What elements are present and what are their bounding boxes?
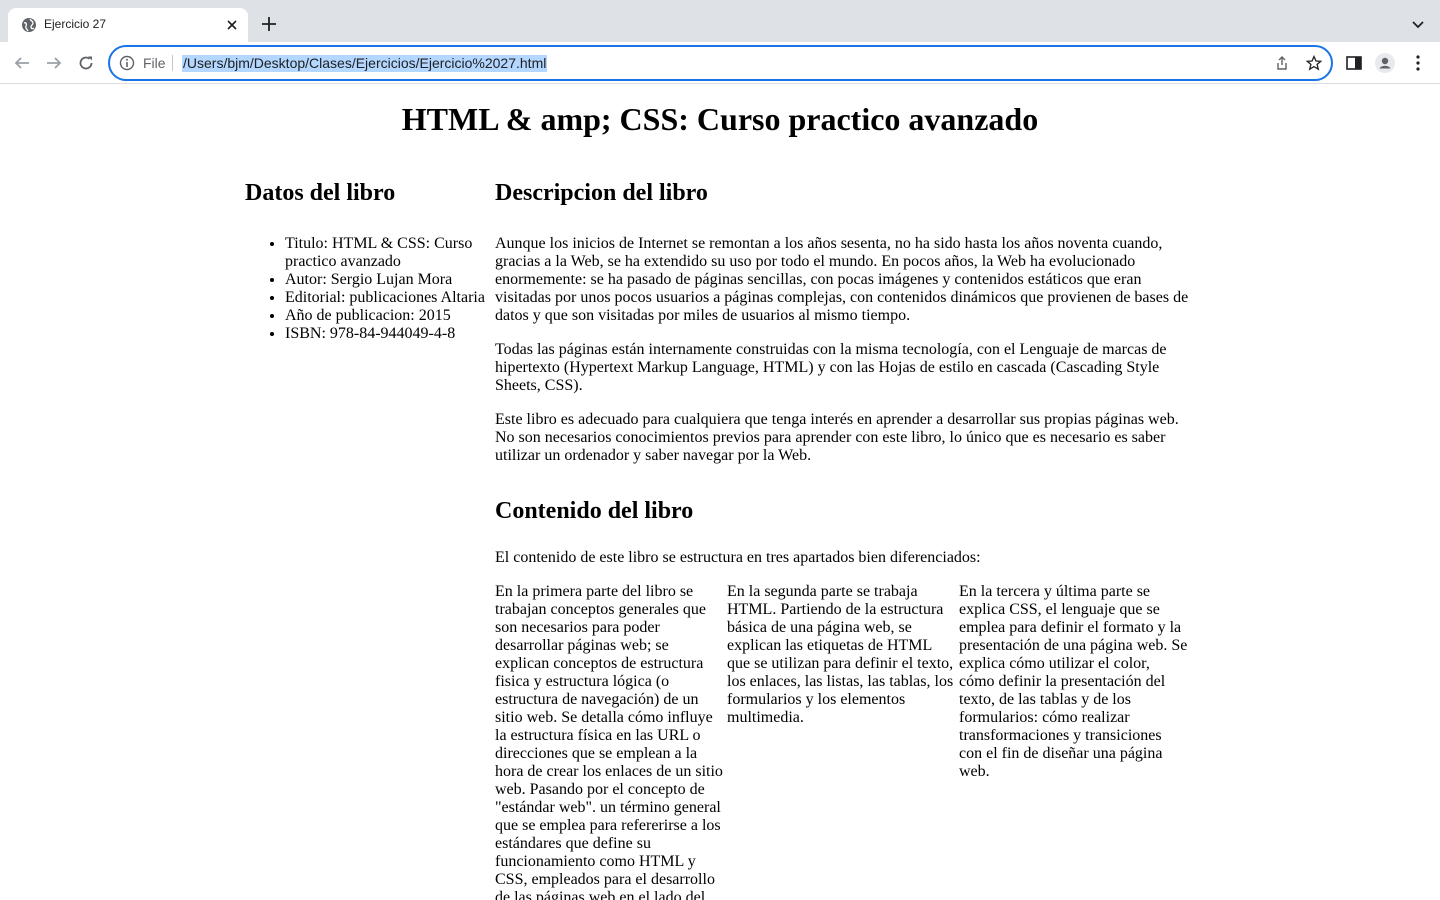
info-icon[interactable] xyxy=(119,55,135,71)
tab-strip: Ejercicio 27 xyxy=(0,0,1440,42)
chevron-down-icon[interactable] xyxy=(1410,17,1426,33)
book-main: Descripcion del libro Aunque los inicios… xyxy=(495,179,1190,900)
tab-title: Ejercicio 27 xyxy=(44,17,107,31)
contents-column-part-2: En la segunda parte se trabaja HTML. Par… xyxy=(727,583,954,726)
browser-toolbar: File /Users/bjm/Desktop/Clases/Ejercicio… xyxy=(0,42,1440,84)
contents-heading: Contenido del libro xyxy=(495,498,694,524)
globe-icon xyxy=(22,18,36,32)
back-arrow-icon[interactable] xyxy=(13,54,31,72)
scheme-label: File xyxy=(143,55,166,71)
detail-author: Autor: Sergio Lujan Mora xyxy=(285,271,490,289)
new-tab-icon[interactable] xyxy=(260,15,278,33)
scheme-divider xyxy=(172,55,173,71)
detail-publisher: Editorial: publicaciones Altaria xyxy=(285,289,490,307)
reload-icon[interactable] xyxy=(77,54,95,72)
detail-isbn: ISBN: 978-84-944049-4-8 xyxy=(285,325,490,343)
address-bar[interactable]: File /Users/bjm/Desktop/Clases/Ejercicio… xyxy=(108,45,1333,81)
page-content: HTML & amp; CSS: Curso practico avanzado… xyxy=(0,85,1440,900)
detail-year: Año de publicacion: 2015 xyxy=(285,307,490,325)
profile-icon[interactable] xyxy=(1375,53,1395,73)
description-paragraph: Este libro es adecuado para cualquiera q… xyxy=(495,411,1179,464)
close-icon[interactable] xyxy=(224,17,240,33)
book-details-heading: Datos del libro xyxy=(245,180,396,206)
page-title: HTML & amp; CSS: Curso practico avanzado xyxy=(401,101,1039,137)
side-panel-icon[interactable] xyxy=(1344,53,1364,73)
contents-column-part-1: En la primera parte del libro se trabaja… xyxy=(495,583,723,900)
star-icon[interactable] xyxy=(1306,55,1322,71)
more-menu-icon[interactable] xyxy=(1408,53,1428,73)
description-paragraph: Todas las páginas están internamente con… xyxy=(495,341,1167,394)
book-details-list: Titulo: HTML & CSS: Curso practico avanz… xyxy=(245,235,490,343)
book-details: Datos del libro Titulo: HTML & CSS: Curs… xyxy=(245,179,490,343)
description-paragraph: Aunque los inicios de Internet se remont… xyxy=(495,235,1189,324)
contents-column-part-3: En la tercera y última parte se explica … xyxy=(959,583,1188,780)
tab-ejercicio-27[interactable]: Ejercicio 27 xyxy=(8,8,248,42)
share-icon[interactable] xyxy=(1274,55,1290,71)
description-heading: Descripcion del libro xyxy=(495,180,708,206)
detail-title: Titulo: HTML & CSS: Curso practico avanz… xyxy=(285,235,490,271)
contents-intro: El contenido de este libro se estructura… xyxy=(495,549,981,566)
url-text[interactable]: /Users/bjm/Desktop/Clases/Ejercicios/Eje… xyxy=(182,55,548,72)
forward-arrow-icon[interactable] xyxy=(45,54,63,72)
contents-columns: En la primera parte del libro se trabaja… xyxy=(495,583,1190,900)
